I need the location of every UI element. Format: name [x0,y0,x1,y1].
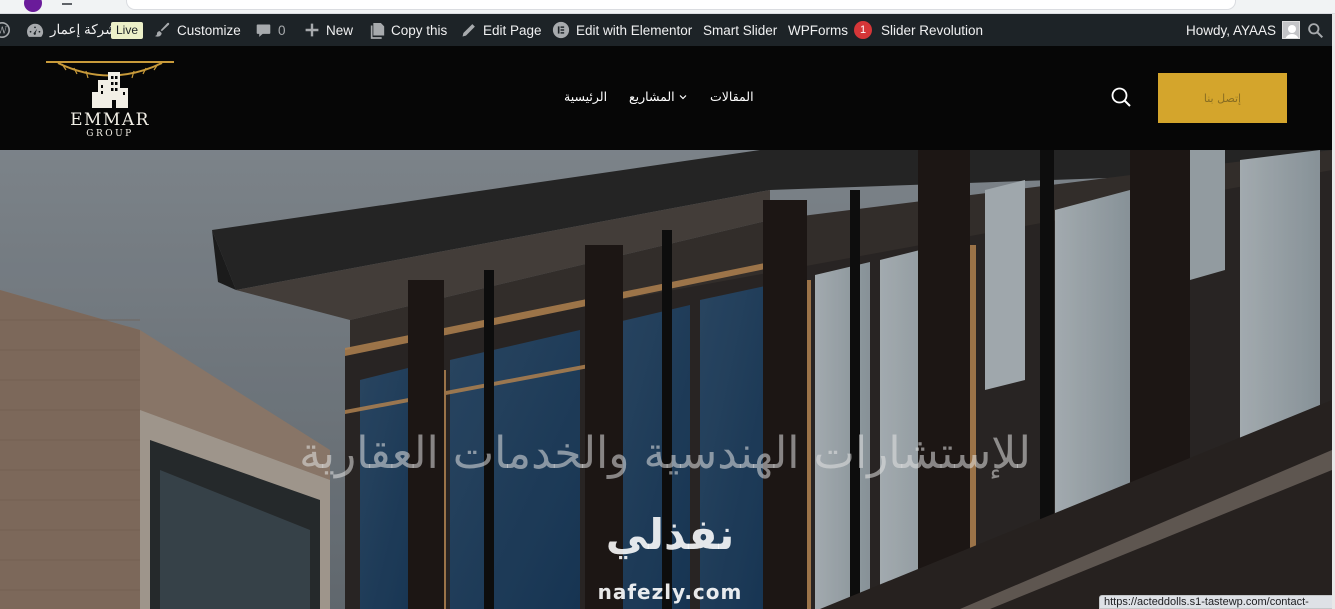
nav-articles[interactable]: المقالات [710,89,754,104]
smart-slider-link[interactable]: Smart Slider [703,14,777,46]
howdy-label: Howdy, AYAAS [1186,22,1277,38]
status-bar-url: https://acteddolls.s1-tastewp.com/contac… [1099,595,1332,609]
comments-link[interactable]: 0 [255,14,286,46]
site-search-button[interactable] [1110,86,1132,108]
live-badge-item[interactable]: Live [111,14,144,46]
smart-slider-label: Smart Slider [703,22,778,38]
copy-this-link[interactable]: Copy this [370,14,447,46]
my-account-menu[interactable]: Howdy, AYAAS [1186,14,1301,46]
avatar [1282,21,1301,39]
plus-icon [305,23,319,37]
site-name-menu[interactable]: شركة إعمار [26,14,116,46]
comments-count: 0 [278,22,286,38]
slider-revolution-label: Slider Revolution [881,22,984,38]
new-label: New [326,22,354,38]
svg-text:W: W [0,26,7,37]
live-badge: Live [111,21,144,39]
watermark-arabic: نفذلي [605,510,735,559]
hero-title: للإستشارات الهندسية والخدمات العقارية [299,428,1031,479]
building-logo-icon [46,61,174,108]
new-content-menu[interactable]: New [304,14,353,46]
hero-section: للإستشارات الهندسية والخدمات العقارية نف… [0,150,1332,609]
copy-this-label: Copy this [391,22,448,38]
pencil-icon [462,23,475,36]
elementor-icon [552,21,570,39]
nav-home-label: الرئيسية [564,89,608,104]
dashboard-icon [27,23,44,37]
wordpress-icon: W [0,22,10,38]
watermark-latin: nafezly.com [597,580,743,604]
wp-admin-bar: W شركة إعمار Live Customize 0 New Copy t… [0,14,1335,46]
slider-revolution-link[interactable]: Slider Revolution [881,14,983,46]
wpforms-label: WPForms [788,22,848,38]
nav-articles-label: المقالات [710,89,754,104]
customize-label: Customize [177,22,241,38]
nav-projects[interactable]: المشاريع [629,89,687,104]
customize-link[interactable]: Customize [153,14,241,46]
admin-search[interactable] [1307,14,1324,46]
edit-elementor-link[interactable]: Edit with Elementor [552,14,692,46]
browser-toolbar [0,0,1335,14]
contact-us-button[interactable]: إتصل بنا [1158,73,1287,123]
edit-page-label: Edit Page [483,22,542,38]
site-header: EMMAR GROUP الرئيسية المشاريع المقالات إ… [0,46,1332,150]
comment-icon [256,24,271,37]
contact-us-label: إتصل بنا [1203,91,1242,105]
profile-icon[interactable] [24,0,42,12]
wpforms-count-badge: 1 [854,21,872,39]
address-bar[interactable] [126,0,1236,10]
search-icon [1111,87,1131,107]
copy-icon [370,22,385,39]
site-name: شركة إعمار [50,22,117,37]
wordpress-menu[interactable]: W [0,14,10,46]
logo-word: EMMAR [70,110,150,130]
wpforms-link[interactable]: WPForms 1 [788,14,872,46]
logo-subtitle: GROUP [86,129,134,139]
edit-page-link[interactable]: Edit Page [460,14,542,46]
nav-home[interactable]: الرئيسية [564,89,607,104]
edit-elementor-label: Edit with Elementor [576,22,693,38]
site-logo[interactable]: EMMAR GROUP [44,58,176,142]
search-icon [1308,22,1324,38]
menu-icon[interactable] [62,0,72,5]
chevron-down-icon [679,94,687,99]
nav-projects-label: المشاريع [629,89,675,104]
brush-icon [154,22,170,37]
